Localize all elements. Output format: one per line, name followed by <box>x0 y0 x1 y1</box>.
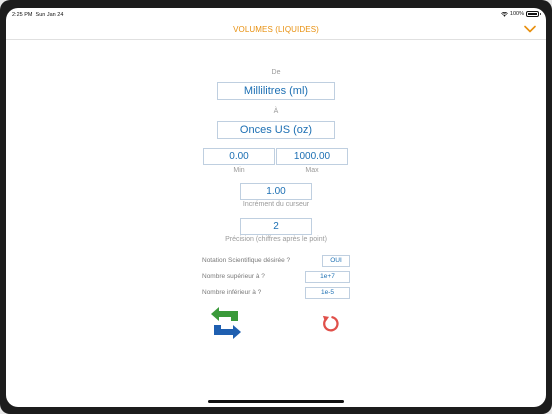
slider-increment-label: Incrément du curseur <box>242 201 310 208</box>
slider-increment-field[interactable]: 1.00 <box>240 183 312 200</box>
status-right: 100% <box>501 11 541 17</box>
status-time-text: 2:25 PM <box>12 12 33 18</box>
lower-threshold-label: Nombre inférieur à ? <box>202 289 262 296</box>
to-unit-selector[interactable]: Onces US (oz) <box>217 121 335 139</box>
home-indicator[interactable] <box>208 400 344 403</box>
swap-arrows-icon[interactable] <box>209 307 243 339</box>
to-label: À <box>273 108 279 115</box>
chevron-down-icon[interactable] <box>524 25 536 33</box>
status-time: 2:25 PM Sun Jan 24 <box>12 12 63 18</box>
from-unit-selector[interactable]: Millilitres (ml) <box>217 82 335 100</box>
page-title: VOLUMES (LIQUIDES) <box>233 25 319 34</box>
from-label: De <box>271 69 281 76</box>
nav-bar: VOLUMES (LIQUIDES) <box>6 22 546 40</box>
min-label: Min <box>233 167 245 174</box>
precision-label: Précision (chiffres après le point) <box>225 236 327 243</box>
wifi-icon <box>501 11 508 17</box>
min-field[interactable]: 0.00 <box>203 148 275 165</box>
scientific-notation-label: Notation Scientifique désirée ? <box>202 257 291 264</box>
status-date: Sun Jan 24 <box>35 12 64 18</box>
upper-threshold-field[interactable]: 1e+7 <box>305 271 350 283</box>
battery-fill <box>528 13 537 15</box>
lower-threshold-field[interactable]: 1e-5 <box>305 287 350 299</box>
reset-icon[interactable] <box>320 314 340 333</box>
max-label: Max <box>305 167 319 174</box>
upper-threshold-label: Nombre supérieur à ? <box>202 273 265 280</box>
screen: 2:25 PM Sun Jan 24 100% VOLUMES (LIQUIDE… <box>6 8 546 407</box>
device-frame: 2:25 PM Sun Jan 24 100% VOLUMES (LIQUIDE… <box>0 0 552 414</box>
battery-percent: 100% <box>509 11 524 17</box>
precision-field[interactable]: 2 <box>240 218 312 235</box>
max-field[interactable]: 1000.00 <box>276 148 348 165</box>
battery-icon <box>526 11 541 17</box>
scientific-notation-toggle[interactable]: OUI <box>322 255 350 267</box>
